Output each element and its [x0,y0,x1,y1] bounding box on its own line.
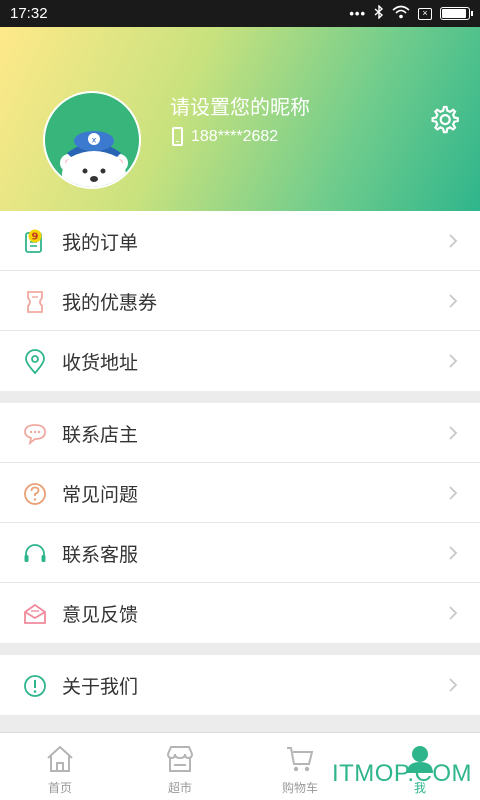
phone-icon [172,127,183,146]
tab-store[interactable]: 超市 [120,733,240,800]
menu-item-customer-service[interactable]: 联系客服 [0,523,480,583]
gear-icon [431,105,459,134]
chevron-right-icon [449,234,458,248]
menu-item-label: 关于我们 [62,676,139,698]
phone-number: 188****2682 [191,127,279,145]
coupon-icon [22,289,48,315]
headset-icon [22,541,48,567]
chat-icon [22,421,48,447]
cart-icon [287,747,314,772]
settings-button[interactable] [428,104,460,136]
home-icon [47,745,73,772]
profile-header: x 请设置您的昵称 188****2682 [0,27,480,211]
watermark: ITMOP.COM [331,760,472,787]
menu-group-service: 联系店主 常见问题 联系客服 意见反馈 [0,403,480,643]
menu-group-orders: 9 我的订单 我的优惠券 收货地址 [0,211,480,391]
tab-label: 超市 [167,781,192,795]
chevron-right-icon [449,354,458,368]
tab-home[interactable]: 首页 [0,733,120,800]
chevron-right-icon [449,486,458,500]
status-time: 17:32 [10,5,48,22]
bluetooth-icon [374,4,384,22]
tab-label: 首页 [47,781,72,795]
menu-group-about: 关于我们 [0,655,480,715]
menu-item-label: 我的订单 [62,232,139,254]
no-sim-icon: × [418,7,432,20]
menu-item-label: 常见问题 [62,484,139,506]
info-icon [22,673,48,699]
menu-item-my-orders[interactable]: 9 我的订单 [0,211,480,271]
more-dots-icon: ••• [349,6,366,21]
question-icon [22,481,48,507]
menu-item-feedback[interactable]: 意见反馈 [0,583,480,643]
menu-item-label: 联系店主 [62,424,139,446]
chevron-right-icon [449,678,458,692]
menu-item-contact-owner[interactable]: 联系店主 [0,403,480,463]
chevron-right-icon [449,294,458,308]
chevron-right-icon [449,426,458,440]
svg-text:x: x [92,136,97,145]
menu-item-label: 收货地址 [62,352,139,374]
chevron-right-icon [449,606,458,620]
feedback-icon [22,601,48,627]
avatar[interactable]: x [43,91,141,189]
store-icon [166,746,194,772]
order-icon: 9 [22,229,48,255]
wifi-icon [392,5,410,22]
menu-item-label: 联系客服 [62,544,139,566]
menu-item-faq[interactable]: 常见问题 [0,463,480,523]
menu-item-label: 我的优惠券 [62,292,158,314]
battery-icon [440,7,473,20]
menu-item-my-coupons[interactable]: 我的优惠券 [0,271,480,331]
menu-item-about-us[interactable]: 关于我们 [0,655,480,715]
chevron-right-icon [449,546,458,560]
status-bar: 17:32 ••• × [0,0,480,27]
menu-item-label: 意见反馈 [62,604,139,626]
menu-item-address[interactable]: 收货地址 [0,331,480,391]
nickname[interactable]: 请设置您的昵称 [170,91,310,120]
location-icon [22,349,48,375]
order-badge: 9 [32,232,39,243]
tab-label: 购物车 [281,781,318,795]
phone-row: 188****2682 [172,127,278,146]
